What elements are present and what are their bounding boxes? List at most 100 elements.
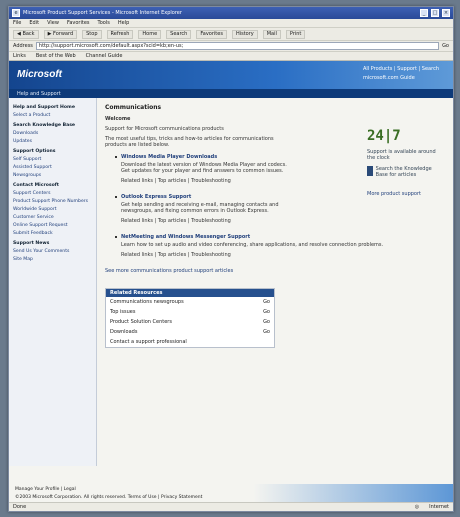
sidebar-item[interactable]: Send Us Your Comments <box>13 249 92 254</box>
site-subtitle: Help and Support <box>9 89 453 98</box>
sidebar-item[interactable]: Select a Product <box>13 113 92 118</box>
page-title: Communications <box>105 104 162 111</box>
article-title[interactable]: Windows Media Player Downloads <box>121 154 295 160</box>
sidebar-item[interactable]: Assisted Support <box>13 165 92 170</box>
related-box-header: Related Resources <box>106 289 274 297</box>
toolbar: ◀ Back ▶ Forward Stop Refresh Home Searc… <box>9 28 453 41</box>
menu-tools[interactable]: Tools <box>98 20 110 26</box>
related-go[interactable]: Go <box>263 319 270 325</box>
sidebar-item[interactable]: Help and Support Home <box>13 105 92 110</box>
sidebar-item[interactable]: Customer Service <box>13 215 92 220</box>
article-text: Get help sending and receiving e-mail, m… <box>121 202 279 214</box>
footer-links[interactable]: Manage Your Profile | Legal <box>15 487 447 492</box>
related-link[interactable]: Contact a support professional <box>110 339 187 345</box>
sidebar-item[interactable]: Self Support <box>13 157 92 162</box>
sidebar-item[interactable]: Online Support Request <box>13 223 92 228</box>
minimize-button[interactable]: _ <box>420 9 428 17</box>
article-item: Windows Media Player Downloads Download … <box>115 154 295 188</box>
related-link[interactable]: Product Solution Centers <box>110 319 172 325</box>
sidebar-item[interactable]: Support Centers <box>13 191 92 196</box>
menu-edit[interactable]: Edit <box>29 20 39 26</box>
print-button[interactable]: Print <box>285 29 306 39</box>
related-link[interactable]: Top issues <box>110 309 135 315</box>
related-link[interactable]: Communications newsgroups <box>110 299 184 305</box>
bullet-icon <box>115 236 117 238</box>
article-meta[interactable]: Related links | Top articles | Troublesh… <box>121 178 295 184</box>
page-content: Help and Support Home Select a Product Sea… <box>9 98 453 466</box>
footer-copyright: ©2003 Microsoft Corporation. All rights … <box>15 495 203 500</box>
history-button[interactable]: History <box>231 29 258 39</box>
close-button[interactable]: × <box>442 9 450 17</box>
forward-label: Forward <box>53 31 74 37</box>
article-meta[interactable]: Related links | Top articles | Troublesh… <box>121 218 295 224</box>
menu-help[interactable]: Help <box>118 20 129 26</box>
banner-link-products[interactable]: All Products | Support | Search <box>363 66 439 72</box>
stop-button[interactable]: Stop <box>82 29 102 39</box>
go-button[interactable]: Go <box>442 43 449 49</box>
home-button[interactable]: Home <box>138 29 162 39</box>
related-row: Communications newsgroups Go <box>106 297 274 307</box>
menu-view[interactable]: View <box>47 20 59 26</box>
address-bar: Address http://support.microsoft.com/def… <box>9 41 453 52</box>
clock-caption: Support is available around the clock <box>367 149 436 161</box>
related-go[interactable]: Go <box>263 329 270 335</box>
sidebar-item[interactable]: Site Map <box>13 257 92 262</box>
sidebar-item[interactable]: Support News <box>13 241 92 246</box>
links-bar: Links Best of the Web Channel Guide <box>9 52 453 61</box>
mail-button[interactable]: Mail <box>262 29 281 39</box>
article-text: Learn how to set up audio and video conf… <box>121 242 384 248</box>
microsoft-logo[interactable]: Microsoft <box>17 69 62 80</box>
sidebar-item[interactable]: Product Support Phone Numbers <box>13 199 92 204</box>
related-go[interactable]: Go <box>263 309 270 315</box>
sidebar-item[interactable]: Downloads <box>13 131 92 136</box>
related-row: Downloads Go <box>106 327 274 337</box>
address-input[interactable]: http://support.microsoft.com/default.asp… <box>35 42 440 50</box>
status-text: Done <box>13 504 27 510</box>
favorites-button[interactable]: Favorites <box>196 29 227 39</box>
related-go[interactable]: Go <box>263 299 270 305</box>
document-icon <box>367 166 373 176</box>
sidebar-item[interactable]: Newsgroups <box>13 173 92 178</box>
more-support-link[interactable]: More product support <box>367 191 445 197</box>
status-bar: Done ◎ Internet <box>9 502 453 511</box>
kb-promo-text: Search the Knowledge Base for articles <box>375 166 432 178</box>
main-content: Communications Welcome Support for Micro… <box>97 98 453 466</box>
related-box: Related Resources Communications newsgro… <box>105 288 275 348</box>
title-bar: e Microsoft Product Support Services - M… <box>9 7 453 19</box>
banner-link-guide[interactable]: microsoft.com Guide <box>363 75 439 81</box>
window-title: Microsoft Product Support Services - Mic… <box>23 10 182 16</box>
forward-button[interactable]: ▶ Forward <box>43 29 78 39</box>
sidebar-item[interactable]: Submit Feedback <box>13 231 92 236</box>
support-clock: 24|7 <box>367 128 401 144</box>
menu-favorites[interactable]: Favorites <box>67 20 90 26</box>
sidebar-item[interactable]: Worldwide Support <box>13 207 92 212</box>
site-banner: Microsoft All Products | Support | Searc… <box>9 61 453 89</box>
back-button[interactable]: ◀ Back <box>13 29 39 39</box>
refresh-button[interactable]: Refresh <box>106 29 134 39</box>
menu-file[interactable]: File <box>13 20 21 26</box>
related-row: Product Solution Centers Go <box>106 317 274 327</box>
search-button[interactable]: Search <box>166 29 192 39</box>
browser-window: e Microsoft Product Support Services - M… <box>8 6 454 512</box>
article-title[interactable]: Outlook Express Support <box>121 194 295 200</box>
links-label: Links <box>13 53 26 59</box>
maximize-button[interactable]: □ <box>431 9 439 17</box>
menu-bar: File Edit View Favorites Tools Help <box>9 19 453 28</box>
zone-text: Internet <box>429 504 449 510</box>
sidebar-item[interactable]: Support Options <box>13 149 92 154</box>
link-best-of-web[interactable]: Best of the Web <box>36 53 76 59</box>
article-item: NetMeeting and Windows Messenger Support… <box>115 234 445 262</box>
more-link[interactable]: See more communications product support … <box>105 268 445 274</box>
kb-promo[interactable]: Search the Knowledge Base for articles <box>367 166 445 178</box>
bullet-icon <box>115 196 117 198</box>
sidebar-item[interactable]: Contact Microsoft <box>13 183 92 188</box>
article-meta[interactable]: Related links | Top articles | Troublesh… <box>121 252 445 258</box>
related-row: Contact a support professional <box>106 337 274 347</box>
sidebar-item[interactable]: Search Knowledge Base <box>13 123 92 128</box>
bullet-icon <box>115 156 117 158</box>
article-title[interactable]: NetMeeting and Windows Messenger Support <box>121 234 445 240</box>
article-text: Download the latest version of Windows M… <box>121 162 287 174</box>
link-channel-guide[interactable]: Channel Guide <box>86 53 123 59</box>
sidebar-item[interactable]: Updates <box>13 139 92 144</box>
related-link[interactable]: Downloads <box>110 329 137 335</box>
